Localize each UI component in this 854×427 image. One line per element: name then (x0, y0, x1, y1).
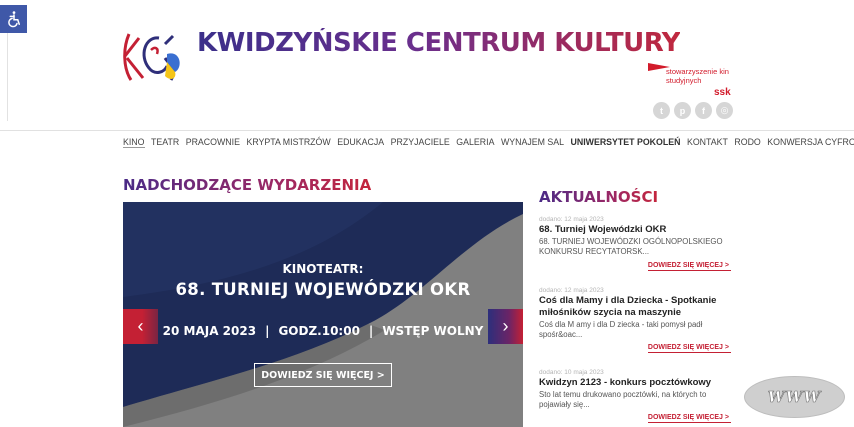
news-item: dodano: 12 maja 2023 Coś dla Mamy i dla … (539, 286, 731, 354)
nav-item-krypta-mistrzow[interactable]: KRYPTA MISTRZÓW (246, 137, 330, 148)
news-excerpt: Sto lat temu drukowano pocztówki, na któ… (539, 390, 707, 409)
pinterest-icon[interactable]: p (674, 102, 691, 119)
accessibility-button[interactable] (0, 5, 27, 33)
nav-item-przyjaciele[interactable]: PRZYJACIELE (391, 137, 450, 148)
news-title[interactable]: Kwidzyn 2123 - konkurs pocztówkowy (539, 377, 731, 389)
partner-mark: ssk (714, 87, 731, 98)
nav-item-teatr[interactable]: TEATR (151, 137, 179, 148)
event-slider[interactable]: KINOTEATR: 68. TURNIEJ WOJEWÓDZKI OKR 20… (123, 202, 523, 427)
slider-next-button[interactable]: › (488, 309, 523, 344)
news-date: dodano: 12 maja 2023 (539, 287, 604, 294)
news-title[interactable]: Coś dla Mamy i dla Dziecka - Spotkanie m… (539, 295, 731, 319)
chevron-left-icon: ‹ (137, 316, 144, 336)
partner-text: stowarzyszenie kin studyjnych (666, 67, 729, 85)
main-nav: KINO TEATR PRACOWNIE KRYPTA MISTRZÓW EDU… (123, 137, 854, 148)
nav-item-uniwersytet-pokolen[interactable]: UNIWERSYTET POKOLEŃ (571, 137, 681, 148)
social-links: t p f ◎ (653, 102, 733, 119)
news-more-link[interactable]: DOWIEDZ SIĘ WIĘCEJ > (647, 262, 731, 271)
slide-entry: WSTĘP WOLNY (382, 324, 484, 338)
slide-info: 20 MAJA 2023 | GODZ.10:00 | WSTĘP WOLNY (123, 324, 523, 338)
slide-time: GODZ.10:00 (278, 324, 360, 338)
facebook-icon[interactable]: f (695, 102, 712, 119)
partner-logo[interactable]: stowarzyszenie kin studyjnych ssk (648, 63, 734, 103)
nav-divider (0, 130, 854, 131)
nav-item-konwersja-cyfrowa[interactable]: KONWERSJA CYFROWA (767, 137, 854, 148)
nav-item-kontakt[interactable]: KONTAKT (687, 137, 728, 148)
instagram-icon[interactable]: ◎ (716, 102, 733, 119)
slide-subtitle: KINOTEATR: (282, 262, 364, 276)
news-title[interactable]: 68. Turniej Wojewódzki OKR (539, 224, 731, 236)
wheelchair-icon (7, 11, 20, 28)
kck-logo-icon (123, 33, 180, 81)
slider-prev-button[interactable]: ‹ (123, 309, 158, 344)
www-badge[interactable]: WWW (744, 376, 845, 418)
nav-item-pracownie[interactable]: PRACOWNIE (186, 137, 240, 148)
nav-item-kino[interactable]: KINO (123, 137, 145, 148)
slide-background (123, 202, 523, 427)
events-heading: NADCHODZĄCE WYDARZENIA (123, 176, 372, 194)
news-item: dodano: 12 maja 2023 68. Turniej Wojewód… (539, 215, 731, 273)
separator: | (265, 324, 270, 338)
www-badge-text: WWW (767, 388, 822, 407)
slide-title: 68. TURNIEJ WOJEWÓDZKI OKR (175, 280, 471, 299)
nav-item-edukacja[interactable]: EDUKACJA (337, 137, 384, 148)
news-date: dodano: 12 maja 2023 (539, 216, 604, 223)
site-title[interactable]: KWIDZYŃSKIE CENTRUM KULTURY (197, 28, 681, 58)
news-item: dodano: 10 maja 2023 Kwidzyn 2123 - konk… (539, 368, 731, 426)
nav-item-wynajem-sal[interactable]: WYNAJEM SAL (501, 137, 564, 148)
slide-date: 20 MAJA 2023 (162, 324, 257, 338)
separator: | (368, 324, 374, 338)
news-excerpt: Coś dla M amy i dla D ziecka - taki pomy… (539, 320, 703, 339)
site-logo[interactable] (121, 28, 183, 86)
news-excerpt: 68. TURNIEJ WOJEWÓDZKI OGÓLNOPOLSKIEGO K… (539, 237, 723, 256)
news-more-link[interactable]: DOWIEDZ SIĘ WIĘCEJ > (647, 344, 731, 353)
news-date: dodano: 10 maja 2023 (539, 369, 604, 376)
nav-item-galeria[interactable]: GALERIA (456, 137, 494, 148)
news-more-link[interactable]: DOWIEDZ SIĘ WIĘCEJ > (647, 414, 731, 423)
chevron-right-icon: › (502, 316, 509, 336)
news-heading: AKTUALNOŚCI (539, 188, 659, 206)
slide-more-button[interactable]: DOWIEDZ SIĘ WIĘCEJ > (254, 363, 392, 387)
accessibility-panel-edge (0, 33, 8, 121)
nav-item-rodo[interactable]: RODO (734, 137, 760, 148)
twitter-icon[interactable]: t (653, 102, 670, 119)
